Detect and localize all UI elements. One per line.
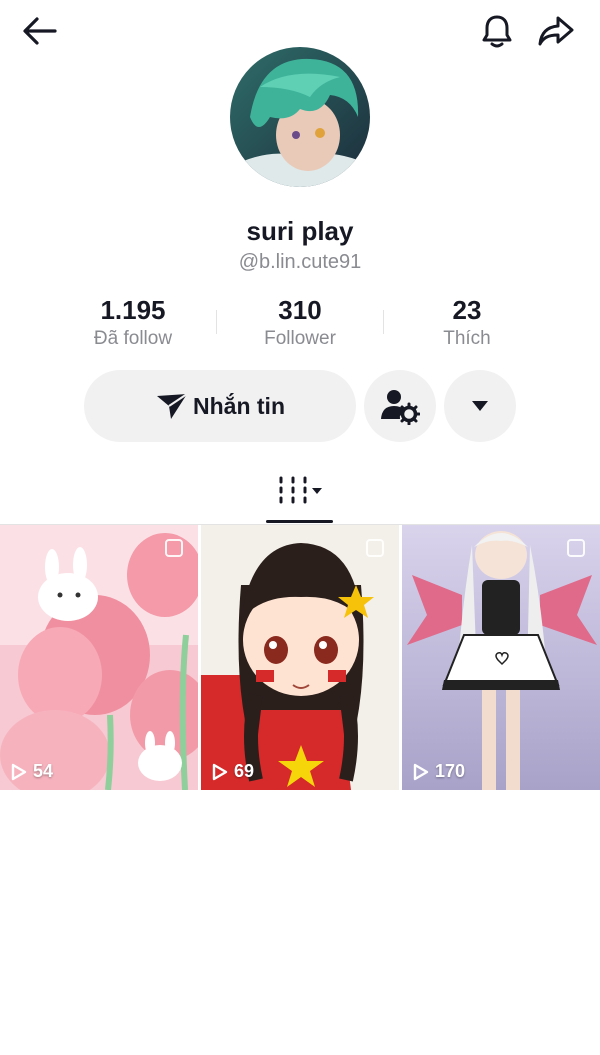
select-checkbox[interactable] xyxy=(567,539,585,557)
stat-label: Đã follow xyxy=(93,328,173,349)
tab-active-indicator xyxy=(266,520,333,523)
play-outline-icon xyxy=(413,763,429,780)
message-button-label: Nhắn tin xyxy=(193,392,285,419)
view-count: 54 xyxy=(10,761,53,782)
profile-stats: 1.195 Đã follow 310 Follower 23 Thích xyxy=(50,294,550,354)
share-arrow-icon xyxy=(538,16,574,46)
stat-label: Follower xyxy=(264,328,336,349)
view-count: 69 xyxy=(211,761,254,782)
triangle-down-icon xyxy=(472,401,488,411)
view-count-value: 69 xyxy=(234,761,255,781)
play-outline-icon xyxy=(212,763,228,780)
play-outline-icon xyxy=(11,763,27,780)
follow-settings-button[interactable] xyxy=(364,370,436,442)
view-count-value: 170 xyxy=(435,761,466,781)
view-count-value: 54 xyxy=(33,761,54,781)
stat-value: 1.195 xyxy=(100,295,166,325)
message-button[interactable]: Nhắn tin xyxy=(84,370,356,442)
avatar[interactable] xyxy=(230,47,370,187)
view-count: 170 xyxy=(412,761,465,782)
stat-value: 310 xyxy=(278,295,322,325)
select-checkbox[interactable] xyxy=(165,539,183,557)
back-button[interactable] xyxy=(18,9,62,53)
stat-likes[interactable]: 23 Thích xyxy=(384,294,550,350)
display-name: suri play xyxy=(246,216,354,246)
grid-bars-icon xyxy=(279,476,322,504)
tab-videos[interactable] xyxy=(266,468,334,524)
arrow-left-icon xyxy=(23,17,57,45)
bell-icon xyxy=(482,15,512,48)
person-gear-icon xyxy=(381,390,420,425)
video-thumbnail[interactable]: 54 xyxy=(0,525,198,790)
paper-plane-icon xyxy=(157,393,188,419)
video-thumbnail[interactable]: 69 xyxy=(201,525,399,790)
stat-followers[interactable]: 310 Follower xyxy=(217,294,383,350)
stat-following[interactable]: 1.195 Đã follow xyxy=(50,294,216,350)
notification-button[interactable] xyxy=(475,9,519,53)
video-thumbnail[interactable]: 170 xyxy=(402,525,600,790)
share-button[interactable] xyxy=(534,9,578,53)
stat-label: Thích xyxy=(443,328,491,349)
username: @b.lin.cute91 xyxy=(238,251,362,273)
more-options-button[interactable] xyxy=(444,370,516,442)
stat-value: 23 xyxy=(452,295,482,325)
select-checkbox[interactable] xyxy=(366,539,384,557)
